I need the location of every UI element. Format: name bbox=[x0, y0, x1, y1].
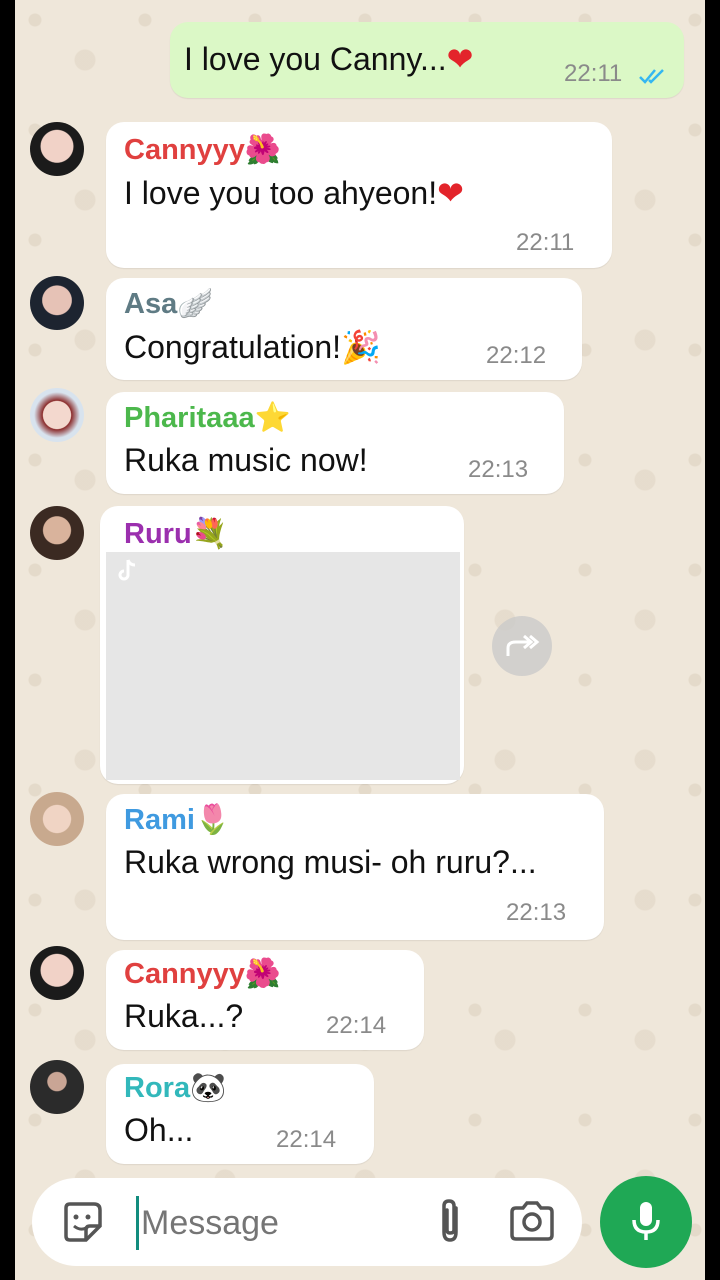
message-text: I love you Canny...❤ bbox=[184, 40, 474, 78]
avatar-pharitaaa[interactable] bbox=[30, 388, 84, 442]
avatar-cannyyy[interactable] bbox=[30, 122, 84, 176]
message-text: Ruka music now! bbox=[124, 442, 368, 478]
message-text: I love you too ahyeon!❤ bbox=[124, 174, 464, 212]
avatar-ruru[interactable] bbox=[30, 506, 84, 560]
message-time: 22:13 bbox=[506, 899, 567, 926]
avatar-rora[interactable] bbox=[30, 1060, 84, 1114]
video-thumbnail[interactable] bbox=[106, 552, 460, 780]
message-time: 22:13 bbox=[468, 456, 529, 483]
camera-icon[interactable] bbox=[508, 1200, 556, 1242]
avatar-asa[interactable] bbox=[30, 276, 84, 330]
message-time: 22:12 bbox=[486, 342, 547, 369]
sender-name: Ruru💐 bbox=[124, 516, 228, 550]
message-text: Ruka...? bbox=[124, 998, 244, 1034]
sticker-icon[interactable] bbox=[60, 1200, 104, 1244]
sender-name: Rami🌷 bbox=[124, 802, 232, 836]
double-check-icon bbox=[639, 69, 664, 84]
message-time: 22:14 bbox=[276, 1126, 337, 1153]
mic-button[interactable] bbox=[600, 1176, 692, 1268]
message-input[interactable] bbox=[136, 1196, 423, 1250]
sender-name: Pharitaaa⭐ bbox=[124, 400, 291, 434]
message-text: Oh... bbox=[124, 1112, 194, 1148]
sender-name: Rora🐼 bbox=[124, 1070, 227, 1104]
forward-button[interactable] bbox=[492, 616, 552, 676]
paperclip-icon[interactable] bbox=[436, 1198, 466, 1246]
message-text: Congratulation!🎉 bbox=[124, 328, 381, 366]
message-time: 22:14 bbox=[326, 1012, 387, 1039]
message-time: 22:11 bbox=[516, 229, 575, 256]
microphone-icon bbox=[632, 1202, 660, 1240]
sender-name: Cannyyy🌺 bbox=[124, 132, 281, 166]
message-text: Ruka wrong musi- oh ruru?... bbox=[124, 844, 537, 880]
forward-icon bbox=[506, 634, 540, 656]
message-time: 22:11 bbox=[564, 60, 623, 87]
sender-name: Cannyyy🌺 bbox=[124, 956, 281, 990]
tiktok-icon bbox=[118, 559, 136, 581]
sender-name: Asa🪽 bbox=[124, 286, 214, 320]
avatar-rami[interactable] bbox=[30, 792, 84, 846]
avatar-cannyyy[interactable] bbox=[30, 946, 84, 1000]
